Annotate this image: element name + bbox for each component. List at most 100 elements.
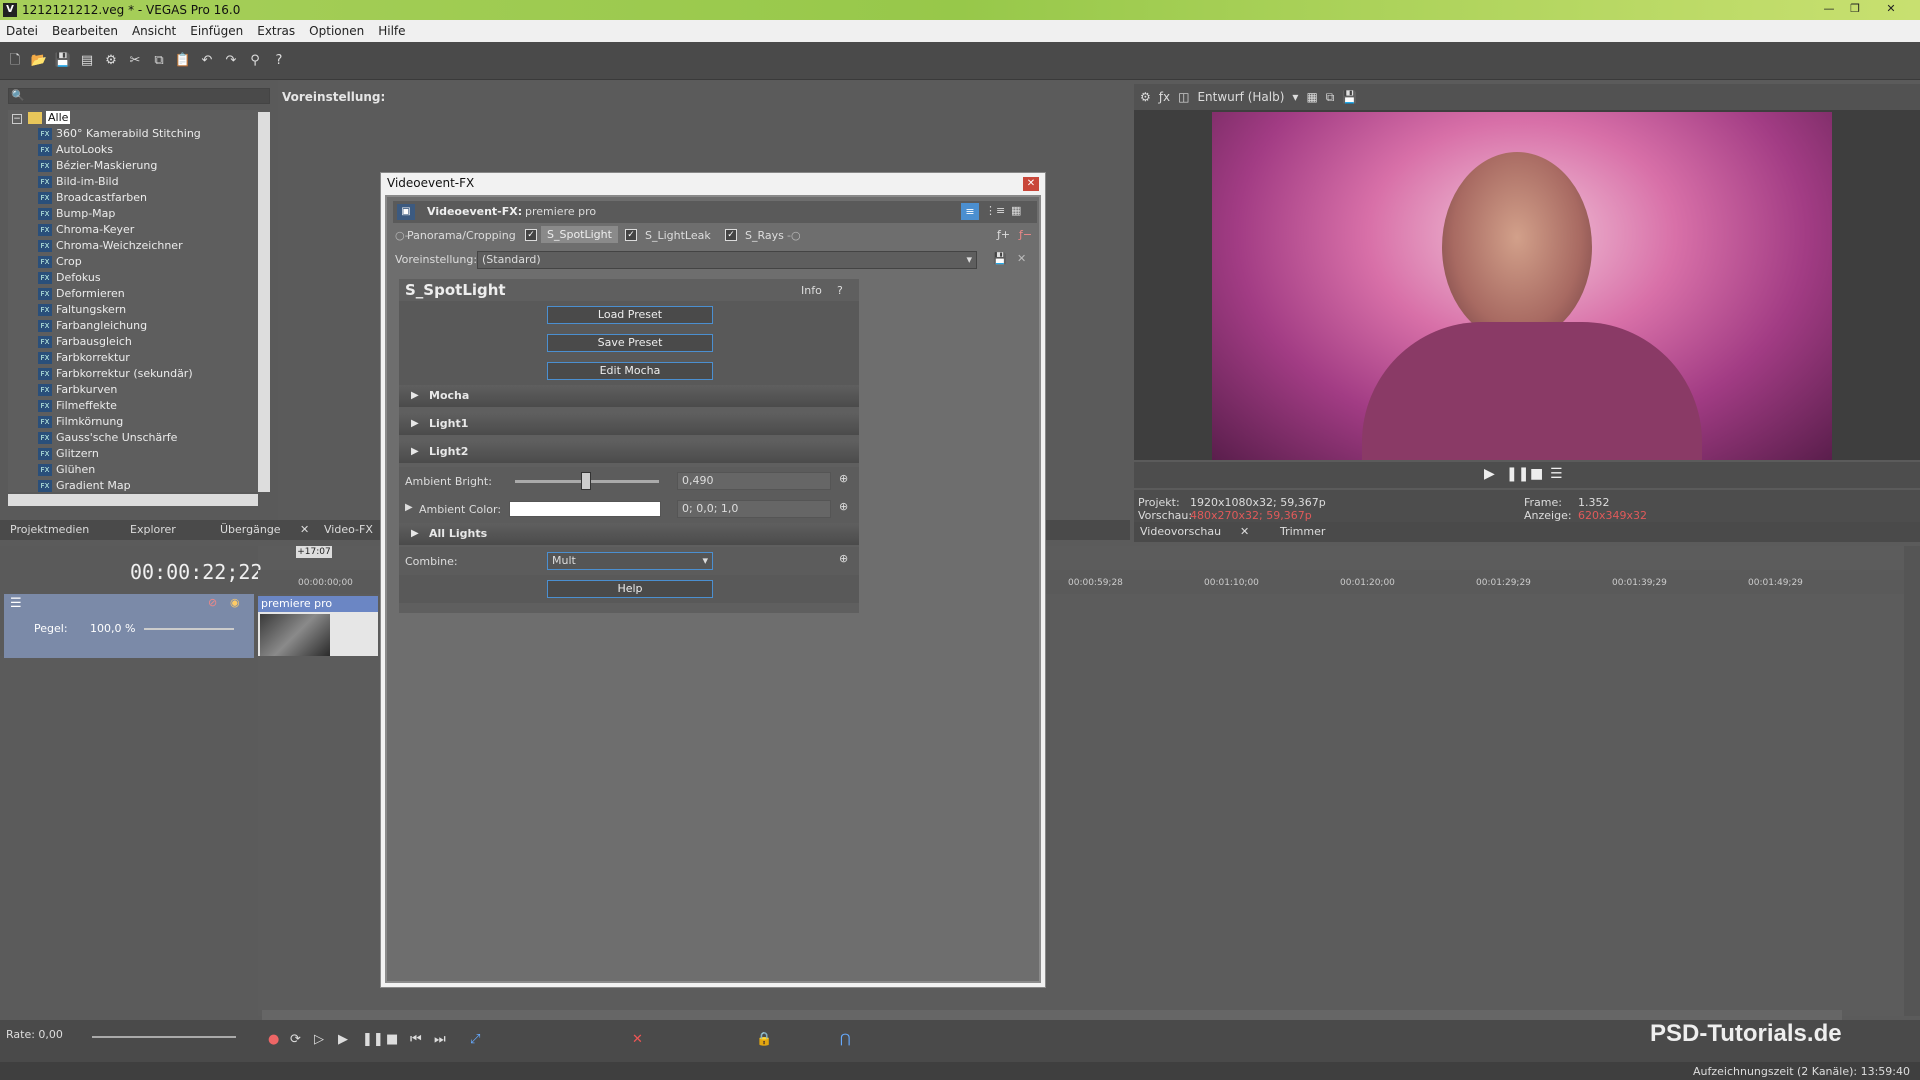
go-to-end-icon[interactable]: ⏭ bbox=[434, 1032, 446, 1047]
fx-list-item[interactable]: FX Filmkörnung bbox=[38, 414, 123, 430]
rays-checkbox[interactable]: ✓ bbox=[725, 229, 737, 241]
combine-select[interactable]: Mult ▾ bbox=[547, 552, 713, 570]
fx-list-item[interactable]: FX Deformieren bbox=[38, 286, 125, 302]
menu-einfuegen[interactable]: Einfügen bbox=[190, 24, 243, 38]
help-button[interactable]: Help bbox=[547, 580, 713, 598]
section-light2[interactable]: ▶ Light2 bbox=[399, 441, 859, 463]
expand-icon[interactable]: ▶ bbox=[411, 523, 419, 545]
close-icon[interactable]: ✕ bbox=[300, 523, 309, 536]
fx-list-item[interactable]: FX Gradient Map bbox=[38, 478, 131, 492]
maximize-icon[interactable]: ❐ bbox=[1846, 2, 1864, 16]
lightleak-checkbox[interactable]: ✓ bbox=[625, 229, 637, 241]
mute-icon[interactable]: ⊘ bbox=[208, 596, 217, 609]
tab-videovorschau[interactable]: Videovorschau bbox=[1140, 525, 1221, 538]
lock-icon[interactable]: 🔒 bbox=[756, 1032, 772, 1047]
fx-list-item[interactable]: FX Faltungskern bbox=[38, 302, 126, 318]
fx-list-item[interactable]: FX Glühen bbox=[38, 462, 95, 478]
collapse-icon[interactable]: − bbox=[12, 114, 22, 124]
spotlight-checkbox[interactable]: ✓ bbox=[525, 229, 537, 241]
delete-icon[interactable]: ✕ bbox=[632, 1032, 643, 1047]
save-preset-icon[interactable]: 💾 bbox=[993, 252, 1007, 265]
tab-trimmer[interactable]: Trimmer bbox=[1280, 525, 1325, 538]
fx-list-item[interactable]: FX Farbangleichung bbox=[38, 318, 147, 334]
solo-icon[interactable]: ◉ bbox=[230, 596, 240, 609]
tree-root[interactable]: − Alle bbox=[8, 110, 71, 126]
menu-extras[interactable]: Extras bbox=[257, 24, 295, 38]
fx-list-item[interactable]: FX Chroma-Keyer bbox=[38, 222, 134, 238]
close-icon[interactable]: ✕ bbox=[1882, 2, 1900, 16]
track-menu-icon[interactable]: ☰ bbox=[10, 596, 22, 611]
menu-ansicht[interactable]: Ansicht bbox=[132, 24, 176, 38]
stop-icon[interactable]: ■ bbox=[386, 1032, 398, 1047]
fx-list-item[interactable]: FX Broadcastfarben bbox=[38, 190, 147, 206]
properties-icon[interactable]: ⚲ bbox=[246, 52, 264, 70]
expand-icon[interactable]: ▶ bbox=[405, 502, 413, 513]
save-preset-button[interactable]: Save Preset bbox=[547, 334, 713, 352]
expand-icon[interactable]: ▶ bbox=[411, 441, 419, 463]
keyframe-icon[interactable]: ⊕ bbox=[839, 500, 848, 513]
fx-list-item[interactable]: FX Chroma-Weichzeichner bbox=[38, 238, 183, 254]
copy-snapshot-icon[interactable]: ⧉ bbox=[1326, 90, 1335, 105]
close-icon[interactable]: ✕ bbox=[1023, 177, 1039, 191]
expand-icon[interactable]: ▶ bbox=[411, 413, 419, 435]
keyframe-icon[interactable]: ⊕ bbox=[839, 472, 848, 485]
menu-hilfe[interactable]: Hilfe bbox=[378, 24, 405, 38]
fx-list-item[interactable]: FX Crop bbox=[38, 254, 82, 270]
pause-icon[interactable]: ❚❚ bbox=[362, 1032, 384, 1047]
expand-icon[interactable]: ▶ bbox=[411, 385, 419, 407]
section-light1[interactable]: ▶ Light1 bbox=[399, 413, 859, 435]
chevron-down-icon[interactable]: ▾ bbox=[1292, 90, 1298, 104]
snapping-icon[interactable]: ⋂ bbox=[840, 1032, 851, 1047]
split-screen-icon[interactable]: ◫ bbox=[1178, 90, 1189, 104]
tab-uebergaenge[interactable]: Übergänge bbox=[220, 523, 281, 536]
fx-search-input[interactable]: 🔍 bbox=[8, 88, 270, 104]
play-icon[interactable]: ▶ bbox=[338, 1032, 348, 1047]
cursor-marker[interactable]: +17:07 bbox=[296, 546, 332, 558]
preview-settings-icon[interactable]: ⚙ bbox=[1140, 90, 1151, 104]
remove-fx-icon[interactable]: ƒ− bbox=[1019, 228, 1032, 241]
preview-quality-select[interactable]: Entwurf (Halb) bbox=[1197, 90, 1284, 104]
cut-icon[interactable]: ✂ bbox=[126, 52, 144, 70]
fx-list-item[interactable]: FX Farbkurven bbox=[38, 382, 117, 398]
fx-list-item[interactable]: FX Defokus bbox=[38, 270, 101, 286]
fx-list-item[interactable]: FX Gauss'sche Unschärfe bbox=[38, 430, 177, 446]
undo-icon[interactable]: ↶ bbox=[198, 52, 216, 70]
fx-list-item[interactable]: FX 360° Kamerabild Stitching bbox=[38, 126, 201, 142]
help-question-link[interactable]: ? bbox=[837, 284, 843, 297]
delete-preset-icon[interactable]: ✕ bbox=[1017, 252, 1026, 265]
fx-list-item[interactable]: FX Filmeffekte bbox=[38, 398, 117, 414]
tab-video-fx[interactable]: Video-FX bbox=[324, 523, 373, 536]
settings-gear-icon[interactable]: ⚙ bbox=[102, 52, 120, 70]
chain-s-lightleak[interactable]: S_LightLeak bbox=[645, 229, 711, 242]
add-fx-icon[interactable]: ƒ+ bbox=[997, 228, 1010, 241]
section-mocha[interactable]: ▶ Mocha bbox=[399, 385, 859, 407]
ambient-color-field[interactable]: 0; 0,0; 1,0 bbox=[677, 500, 831, 518]
play-icon[interactable]: ▶ bbox=[1484, 466, 1495, 482]
keyframe-icon[interactable]: ⊕ bbox=[839, 552, 848, 565]
fx-list-item[interactable]: FX Bézier-Maskierung bbox=[38, 158, 157, 174]
section-all-lights[interactable]: ▶ All Lights bbox=[399, 523, 859, 545]
tree-vertical-scrollbar[interactable] bbox=[258, 112, 270, 492]
pause-icon[interactable]: ❚❚ bbox=[1506, 466, 1529, 482]
rate-slider[interactable] bbox=[92, 1036, 236, 1038]
preset-select[interactable]: (Standard) ▾ bbox=[477, 251, 977, 269]
close-icon[interactable]: ✕ bbox=[1240, 525, 1249, 538]
record-icon[interactable]: ● bbox=[268, 1032, 279, 1047]
timeline-vertical-scrollbar[interactable] bbox=[1904, 546, 1920, 1016]
menu-optionen[interactable]: Optionen bbox=[309, 24, 364, 38]
loop-icon[interactable]: ⟳ bbox=[290, 1032, 301, 1047]
chain-s-spotlight[interactable]: S_SpotLight bbox=[541, 226, 618, 243]
menu-bearbeiten[interactable]: Bearbeiten bbox=[52, 24, 118, 38]
save-icon[interactable]: 💾 bbox=[54, 52, 72, 70]
stop-icon[interactable]: ■ bbox=[1530, 466, 1543, 482]
go-to-start-icon[interactable]: ⏮ bbox=[410, 1032, 422, 1047]
info-link[interactable]: Info bbox=[801, 284, 822, 297]
fx-list-item[interactable]: FX AutoLooks bbox=[38, 142, 113, 158]
track-level-slider[interactable] bbox=[144, 628, 234, 630]
render-icon[interactable]: ▤ bbox=[78, 52, 96, 70]
tab-explorer[interactable]: Explorer bbox=[130, 523, 176, 536]
chevron-down-icon[interactable]: ▾ bbox=[702, 554, 708, 567]
play-from-start-icon[interactable]: ▷ bbox=[314, 1032, 324, 1047]
fx-list-item[interactable]: FX Glitzern bbox=[38, 446, 99, 462]
chain-view-icon[interactable]: ⋮≡ bbox=[985, 204, 1005, 217]
